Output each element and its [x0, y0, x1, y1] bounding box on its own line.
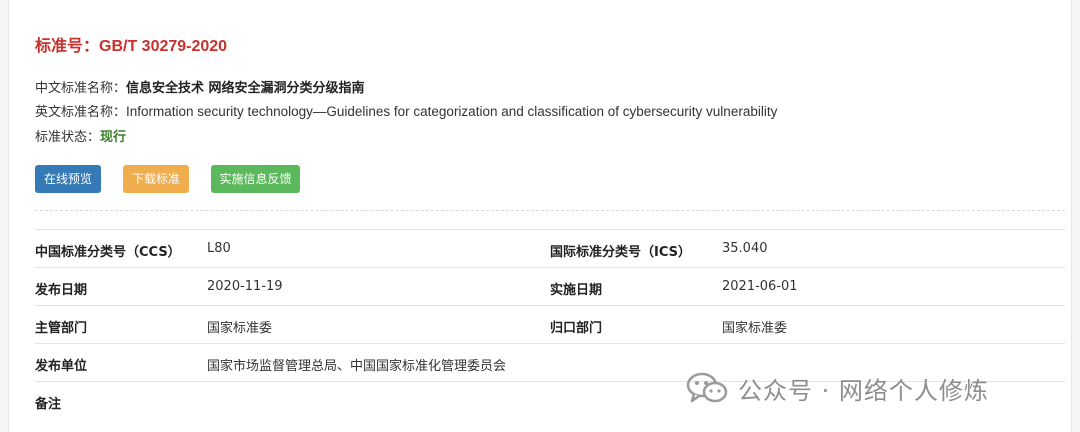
- watermark: 公众号 · 网络个人修炼: [686, 368, 989, 408]
- watermark-text: 公众号 · 网络个人修炼: [738, 376, 989, 405]
- competent-dept-value: 国家标准委: [207, 321, 273, 336]
- remarks-label: 备注: [35, 397, 62, 412]
- ics-value: 35.040: [722, 241, 768, 256]
- ccs-value: L80: [207, 241, 231, 256]
- standard-number-title: 标准号：GB/T 30279-2020: [35, 38, 228, 55]
- competent-dept-label: 主管部门: [35, 321, 88, 336]
- cn-name-label: 中文标准名称：: [35, 81, 127, 96]
- wechat-icon: [686, 372, 728, 403]
- dashed-divider: [35, 210, 1065, 211]
- en-name-row: 英文标准名称：Information security technology—G…: [35, 101, 777, 120]
- implementation-feedback-button[interactable]: 实施信息反馈: [211, 165, 300, 193]
- table-row: 主管部门 国家标准委 归口部门 国家标准委: [35, 305, 1065, 343]
- cn-name-row: 中文标准名称：信息安全技术 网络安全漏洞分类分级指南: [35, 77, 365, 96]
- implement-date-label: 实施日期: [550, 283, 603, 298]
- status-value: 现行: [100, 130, 127, 145]
- centralized-dept-label: 归口部门: [550, 321, 603, 336]
- publisher-value: 国家市场监督管理总局、中国国家标准化管理委员会: [207, 359, 507, 374]
- publisher-label: 发布单位: [35, 359, 88, 374]
- publish-date-label: 发布日期: [35, 283, 88, 298]
- status-row: 标准状态：现行: [35, 126, 126, 145]
- download-standard-button[interactable]: 下载标准: [123, 165, 189, 193]
- table-row: 发布日期 2020-11-19 实施日期 2021-06-01: [35, 267, 1065, 305]
- publish-date-value: 2020-11-19: [207, 279, 283, 294]
- status-label: 标准状态：: [35, 130, 101, 145]
- online-preview-button[interactable]: 在线预览: [35, 165, 101, 193]
- en-name-value: Information security technology—Guidelin…: [126, 104, 778, 119]
- centralized-dept-value: 国家标准委: [722, 321, 788, 336]
- implement-date-value: 2021-06-01: [722, 279, 798, 294]
- cn-name-value: 信息安全技术 网络安全漏洞分类分级指南: [126, 81, 365, 96]
- ics-label: 国际标准分类号（ICS）: [550, 245, 691, 260]
- table-row: 中国标准分类号（CCS） L80 国际标准分类号（ICS） 35.040: [35, 229, 1065, 267]
- ccs-label: 中国标准分类号（CCS）: [35, 245, 181, 260]
- en-name-label: 英文标准名称：: [35, 105, 127, 120]
